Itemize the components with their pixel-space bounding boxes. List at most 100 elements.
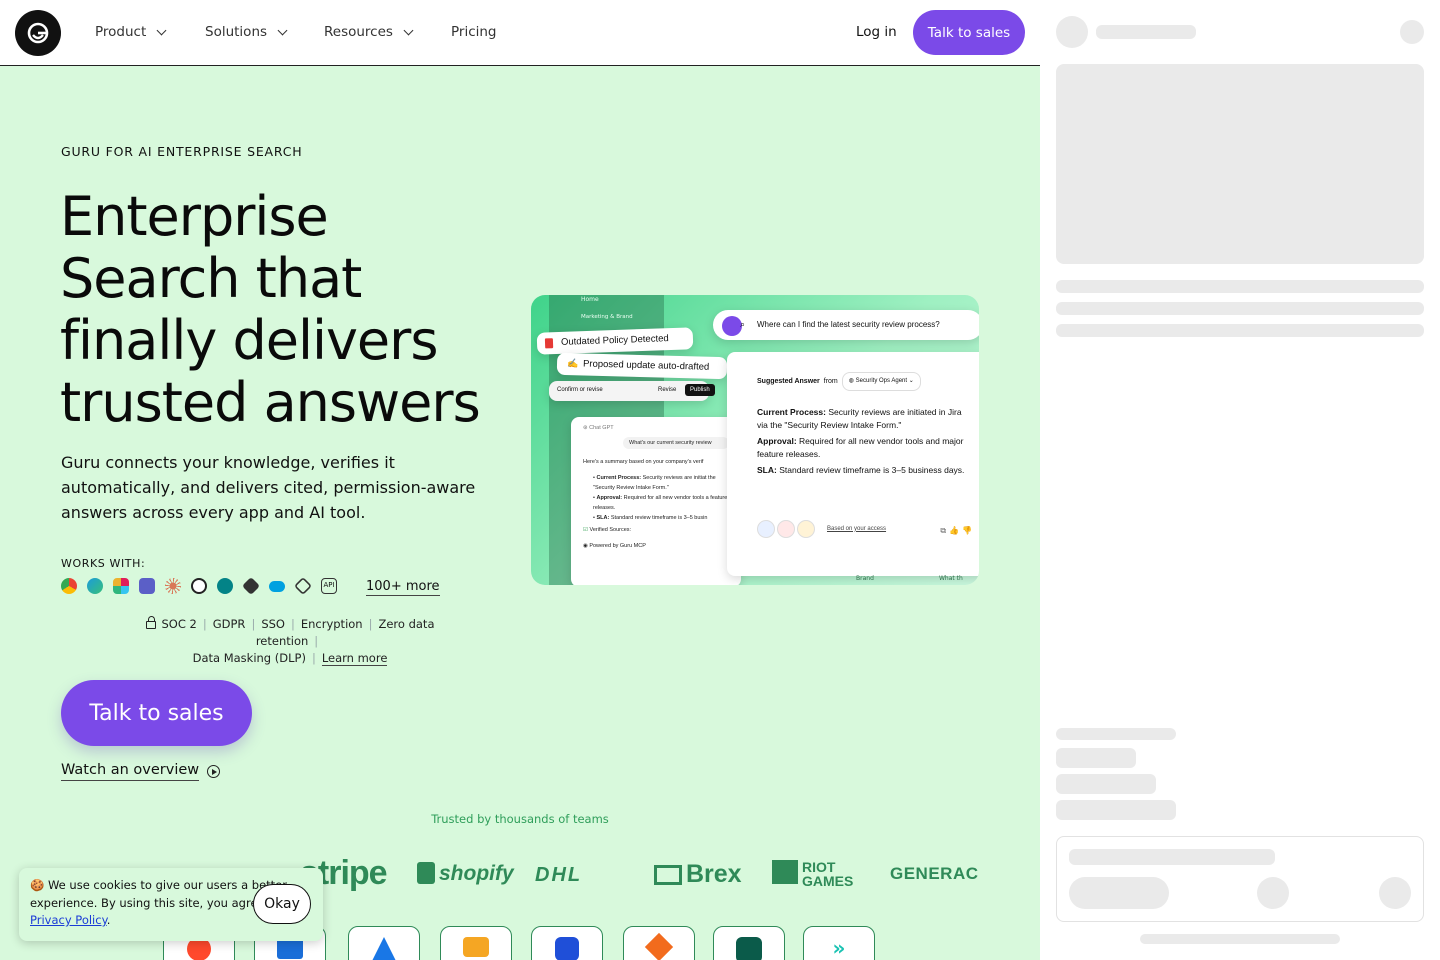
skeleton-line — [1056, 800, 1176, 820]
skeleton-line — [1056, 774, 1156, 794]
more-integrations-link[interactable]: 100+ more — [366, 579, 440, 596]
integration-tile-chat[interactable] — [440, 926, 512, 960]
publish-button[interactable]: Publish — [685, 384, 715, 396]
nav-product-label: Product — [95, 24, 147, 40]
chat-b3-label: SLA: — [596, 515, 610, 521]
proposed-update-card: ✍ Proposed update auto-drafted — [556, 352, 728, 380]
riot-fist-icon — [772, 860, 798, 884]
play-icon — [207, 765, 221, 778]
asana-icon — [777, 520, 795, 538]
chat-b2-label: Approval: — [596, 495, 623, 501]
confluence-icon — [757, 520, 775, 538]
skeleton-footer — [1140, 934, 1340, 944]
check-icon: ☑ — [583, 527, 588, 533]
hero-product-mockup: Home Marketing & Brand Outdated Policy D… — [531, 295, 979, 585]
skeleton-avatar — [1056, 16, 1088, 48]
confirm-label: Confirm or revise — [557, 387, 603, 393]
compliance-list: SOC 2 | GDPR | SSO | Encryption | Zero data rete… — [110, 616, 470, 667]
integration-tile-slash[interactable] — [713, 926, 785, 960]
cookie-icon: 🍪 — [30, 878, 45, 892]
chat-question: What's our current security review — [623, 437, 729, 449]
slack-icon — [113, 578, 129, 594]
compliance-gdpr: GDPR — [212, 617, 246, 631]
compliance-dlp: Data Masking (DLP) — [192, 651, 306, 665]
guru-agent-icon — [722, 316, 742, 336]
search-bar[interactable]: ⌕ Where can I find the latest security r… — [713, 310, 979, 340]
compliance-soc2: SOC 2 — [161, 617, 197, 631]
claude-icon — [165, 578, 181, 594]
brand-brex: Brex — [654, 860, 742, 889]
nav-resources-label: Resources — [324, 24, 393, 40]
chevron-down-icon — [403, 25, 414, 35]
suggested-header: Suggested Answer from ◍ Security Ops Agen… — [757, 372, 971, 391]
trusted-label: Trusted by thousands of teams — [431, 812, 609, 826]
bg-what-label: What th — [939, 575, 963, 582]
hero-talk-to-sales-button[interactable]: Talk to sales — [61, 680, 252, 746]
access-link[interactable]: Based on your access — [827, 523, 886, 536]
answer-p1: Current Process: Security reviews are in… — [757, 406, 971, 432]
brand-dhl: DHL — [535, 864, 583, 886]
bg-brand-label: Brand — [856, 575, 874, 582]
top-navbar: Product Solutions Resources Pricing Log … — [0, 0, 1040, 66]
revise-button[interactable]: Revise — [658, 387, 676, 393]
integration-tile-diamond[interactable] — [623, 926, 695, 960]
nav-resources[interactable]: Resources — [324, 24, 414, 40]
cookie-text-end: . — [106, 913, 111, 927]
confirm-revise-bar: Confirm or revise Revise Publish — [549, 381, 715, 401]
nav-solutions[interactable]: Solutions — [205, 24, 288, 40]
suggested-label: Suggested Answer — [757, 378, 820, 385]
mockup-sidebar-home: Home — [581, 296, 599, 303]
lock-icon — [145, 616, 156, 629]
api-icon: API — [321, 578, 337, 594]
chatgpt-header: ⊛ Chat GPT — [583, 425, 614, 431]
brand-riot-label: RIOT GAMES — [802, 859, 854, 889]
chevron-down-icon — [277, 25, 288, 35]
skeleton-image — [1056, 64, 1424, 264]
brand-riot: RIOT GAMES — [772, 860, 862, 888]
skeleton-line — [1056, 748, 1136, 768]
slash-icon — [736, 937, 762, 960]
chatgpt-card: ⊛ Chat GPT What's our current security r… — [571, 417, 741, 585]
openai-icon — [191, 578, 207, 594]
compliance-encryption: Encryption — [300, 617, 363, 631]
cookie-okay-button[interactable]: Okay — [253, 884, 311, 924]
chevron-down-icon — [156, 25, 167, 35]
skeleton-button — [1257, 877, 1289, 909]
chevrons-icon: » — [832, 936, 846, 960]
skeleton-line — [1056, 302, 1424, 315]
nav-solutions-label: Solutions — [205, 24, 268, 40]
teams-icon — [139, 578, 155, 594]
guru-logo[interactable] — [15, 10, 61, 56]
alert-icon — [544, 338, 554, 349]
privacy-policy-link[interactable]: Privacy Policy — [30, 913, 107, 927]
main-page: Product Solutions Resources Pricing Log … — [0, 0, 1040, 960]
alert-text: Outdated Policy Detected — [560, 333, 669, 348]
integration-tile-chevrons[interactable]: » — [803, 926, 875, 960]
skeleton-line — [1056, 280, 1424, 293]
login-link[interactable]: Log in — [856, 24, 897, 40]
guru-logo-icon — [27, 22, 49, 44]
shield-icon — [555, 937, 579, 960]
edge-icon — [87, 578, 103, 594]
nav-product[interactable]: Product — [95, 24, 167, 40]
arrow-icon — [372, 937, 396, 960]
integration-tile-arrow[interactable] — [348, 926, 420, 960]
nav-talk-to-sales-button[interactable]: Talk to sales — [913, 10, 1025, 55]
skeleton-button — [1069, 877, 1169, 909]
learn-more-link[interactable]: Learn more — [321, 651, 388, 666]
bedrock-icon — [241, 576, 261, 596]
watch-overview-link[interactable]: Watch an overview — [61, 762, 221, 781]
hero-subtitle: Guru connects your knowledge, verifies i… — [61, 453, 476, 522]
integration-tile-shield[interactable] — [531, 926, 603, 960]
compliance-sso: SSO — [261, 617, 285, 631]
chatgpt-label: Chat GPT — [589, 425, 614, 431]
skeleton-close — [1400, 20, 1424, 44]
skeleton-card — [1056, 836, 1424, 922]
salesforce-icon — [269, 580, 285, 592]
feedback-icons[interactable]: ⧉👍👎 — [940, 524, 975, 537]
proposed-text: Proposed update auto-drafted — [582, 358, 710, 373]
nav-pricing[interactable]: Pricing — [451, 24, 497, 40]
answer-p3: SLA: Standard review timeframe is 3–5 bu… — [757, 464, 971, 477]
agent-chip[interactable]: ◍ Security Ops Agent ⌄ — [841, 372, 921, 391]
skeleton-line — [1056, 728, 1176, 740]
